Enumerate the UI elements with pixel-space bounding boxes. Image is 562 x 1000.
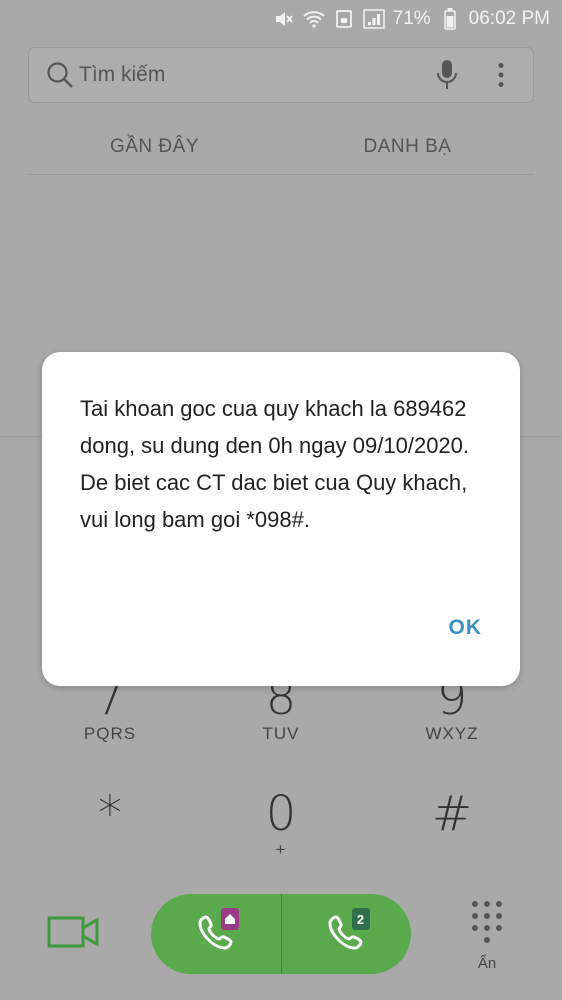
bottom-action-bar: 2 Ẩn [0, 890, 562, 1000]
search-icon [45, 60, 75, 90]
search-bar[interactable]: Tìm kiếm [28, 47, 534, 103]
key-digit: # [431, 786, 473, 842]
key-digit: 0 [265, 786, 297, 842]
tab-contacts[interactable]: DANH BẠ [281, 120, 534, 174]
ussd-dialog: Tai khoan goc cua quy khach la 689462 do… [42, 352, 520, 686]
key-letters: + [275, 840, 287, 859]
key-letters: WXYZ [425, 724, 479, 743]
key-letters: TUV [262, 724, 300, 743]
microphone-icon[interactable] [427, 55, 467, 95]
wifi-icon [302, 8, 325, 30]
sim1-badge-icon [221, 908, 239, 930]
signal-icon [362, 8, 385, 30]
key-hash[interactable]: # [392, 784, 512, 842]
dialpad-icon [469, 901, 505, 952]
more-options-icon[interactable] [481, 55, 521, 95]
call-button-group: 2 [151, 894, 411, 974]
mute-icon [273, 8, 295, 30]
hide-keypad-button[interactable]: Ẩn [462, 898, 512, 978]
tab-recent[interactable]: GẦN ĐÂY [28, 120, 281, 174]
sim2-badge: 2 [351, 908, 370, 930]
video-call-icon[interactable] [46, 912, 106, 952]
call-sim2-button[interactable]: 2 [282, 894, 412, 974]
battery-percent: 71% [392, 8, 431, 29]
call-sim1-button[interactable] [151, 894, 281, 974]
key-0[interactable]: 0 + [221, 784, 341, 860]
status-bar: 71% 06:02 PM [0, 0, 562, 38]
sim-icon [333, 8, 355, 30]
key-letters: PQRS [83, 724, 137, 743]
search-input[interactable]: Tìm kiếm [79, 63, 427, 87]
key-digit: * [98, 786, 122, 842]
tab-bar: GẦN ĐÂY DANH BẠ [28, 120, 534, 175]
hide-label: Ẩn [477, 955, 497, 972]
battery-icon [439, 8, 461, 30]
ok-button[interactable]: OK [449, 616, 483, 640]
dialog-message: Tai khoan goc cua quy khach la 689462 do… [80, 396, 470, 532]
key-star[interactable]: * [50, 784, 170, 842]
clock: 06:02 PM [468, 8, 550, 29]
